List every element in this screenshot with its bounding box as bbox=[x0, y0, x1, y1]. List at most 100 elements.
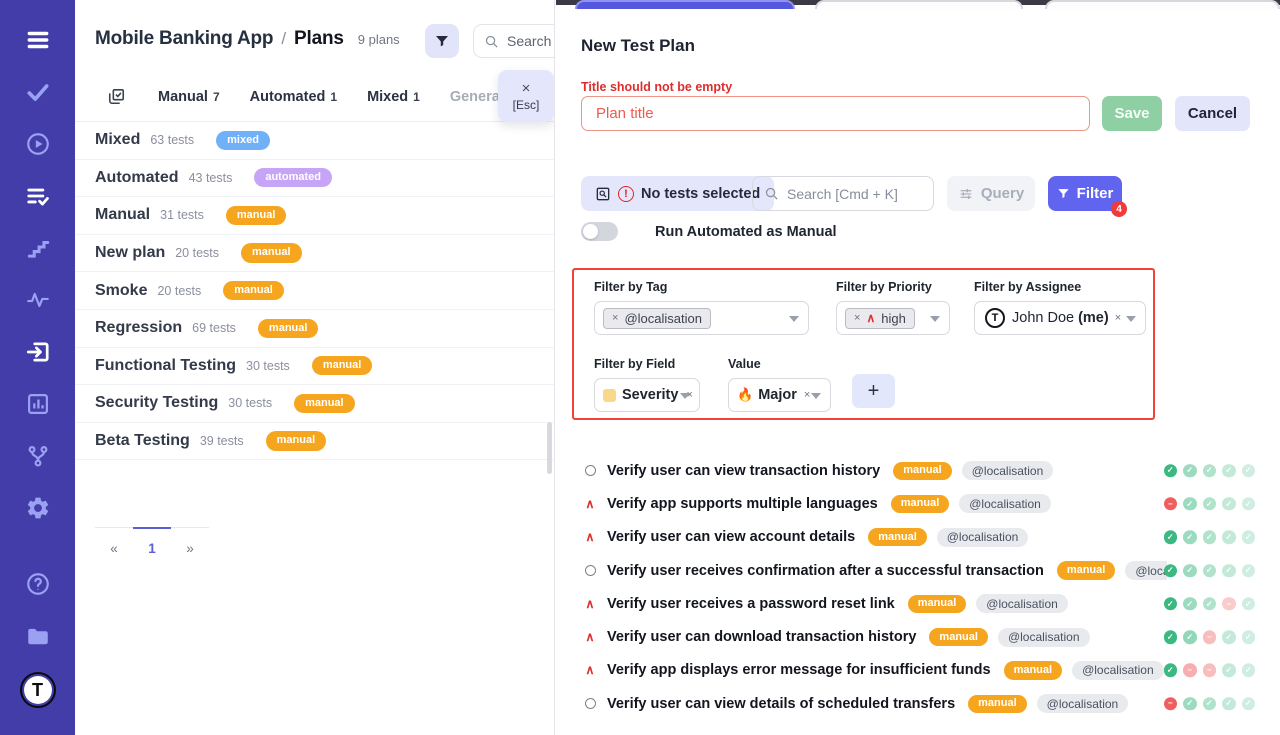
toggle-row: Run Automated as Manual bbox=[581, 222, 837, 241]
test-state-icon[interactable] bbox=[583, 531, 597, 544]
menu-icon[interactable] bbox=[24, 26, 52, 54]
assignee-name: John Doe bbox=[1012, 310, 1074, 326]
status-check-dot: ✓ bbox=[1183, 630, 1197, 644]
hidden-tab-active[interactable] bbox=[575, 0, 795, 9]
test-state-icon[interactable] bbox=[583, 664, 597, 677]
help-icon[interactable] bbox=[24, 570, 52, 598]
save-button[interactable]: Save bbox=[1102, 96, 1162, 131]
test-row[interactable]: Verify user can view details of schedule… bbox=[556, 687, 1280, 720]
test-row[interactable]: Verify app displays error message for in… bbox=[556, 654, 1280, 687]
status-minus-dot: − bbox=[1164, 697, 1178, 711]
plan-row[interactable]: Beta Testing 39 tests manual bbox=[75, 423, 554, 461]
test-state-icon[interactable] bbox=[583, 465, 597, 476]
hidden-tab-3[interactable] bbox=[1045, 0, 1280, 9]
plan-row[interactable]: Functional Testing 30 tests manual bbox=[75, 348, 554, 386]
chevron-down-icon[interactable] bbox=[1126, 316, 1136, 322]
escape-popup[interactable]: × [Esc] bbox=[498, 70, 554, 122]
plan-name: Manual bbox=[95, 206, 150, 224]
plans-filter-button[interactable] bbox=[425, 24, 459, 58]
plan-row[interactable]: New plan 20 tests manual bbox=[75, 235, 554, 273]
priority-select[interactable]: × ∧ high bbox=[836, 301, 950, 335]
steps-icon[interactable] bbox=[24, 234, 52, 262]
plans-search[interactable] bbox=[473, 24, 555, 58]
scrollbar-thumb[interactable] bbox=[547, 422, 552, 474]
test-row[interactable]: Verify user receives a password reset li… bbox=[556, 587, 1280, 620]
search-icon bbox=[484, 34, 499, 49]
project-title[interactable]: Mobile Banking App bbox=[95, 28, 273, 50]
plan-row[interactable]: Security Testing 30 tests manual bbox=[75, 385, 554, 423]
value-select[interactable]: 🔥 Major × bbox=[728, 378, 831, 412]
app-logo[interactable]: T bbox=[20, 672, 56, 708]
check-icon[interactable] bbox=[24, 78, 52, 106]
plan-title-input[interactable] bbox=[581, 96, 1090, 131]
status-check-dot: ✓ bbox=[1242, 530, 1256, 544]
assignee-select[interactable]: T John Doe (me) × bbox=[974, 301, 1146, 335]
remove-assignee-icon[interactable]: × bbox=[1115, 312, 1121, 324]
select-all-icon[interactable] bbox=[107, 87, 126, 106]
remove-tag-icon[interactable]: × bbox=[612, 313, 618, 324]
test-state-icon[interactable] bbox=[583, 698, 597, 709]
status-check-dot: ✓ bbox=[1222, 697, 1236, 711]
status-check-dot: ✓ bbox=[1164, 530, 1178, 544]
status-check-dot: ✓ bbox=[1183, 697, 1197, 711]
remove-priority-icon[interactable]: × bbox=[854, 313, 860, 324]
chevron-down-icon[interactable] bbox=[789, 316, 799, 322]
run-automated-toggle[interactable] bbox=[581, 222, 618, 241]
tests-search[interactable] bbox=[752, 176, 934, 211]
plan-row[interactable]: Manual 31 tests manual bbox=[75, 197, 554, 235]
chevron-down-icon[interactable] bbox=[680, 393, 690, 399]
test-row[interactable]: Verify user can download transaction his… bbox=[556, 620, 1280, 653]
test-state-icon[interactable] bbox=[583, 565, 597, 576]
test-row[interactable]: Verify user can view account details man… bbox=[556, 521, 1280, 554]
field-select[interactable]: Severity × bbox=[594, 378, 700, 412]
pagination-page-1[interactable]: 1 bbox=[133, 527, 171, 567]
status-dots: −✓✓✓✓ bbox=[1164, 497, 1256, 511]
chevron-down-icon[interactable] bbox=[930, 316, 940, 322]
plans-tab[interactable]: Manual 7 bbox=[158, 89, 220, 105]
close-icon[interactable]: × bbox=[522, 81, 531, 96]
tag-select[interactable]: × @localisation bbox=[594, 301, 809, 335]
chevron-down-icon[interactable] bbox=[811, 393, 821, 399]
plan-row[interactable]: Automated 43 tests automated bbox=[75, 160, 554, 198]
escape-key-label: [Esc] bbox=[513, 98, 540, 112]
status-dots: ✓✓✓✓✓ bbox=[1164, 464, 1256, 478]
plan-row[interactable]: Smoke 20 tests manual bbox=[75, 272, 554, 310]
settings-icon[interactable] bbox=[24, 494, 52, 522]
add-filter-button[interactable]: + bbox=[852, 374, 895, 408]
remove-value-icon[interactable]: × bbox=[804, 389, 810, 401]
test-state-icon[interactable] bbox=[583, 498, 597, 511]
test-state-icon[interactable] bbox=[583, 631, 597, 644]
import-icon[interactable] bbox=[24, 338, 52, 366]
plan-row[interactable]: Mixed 63 tests mixed bbox=[75, 122, 554, 160]
projects-folder-icon[interactable] bbox=[24, 622, 52, 650]
funnel-icon bbox=[1057, 187, 1070, 200]
plans-tab[interactable]: Automated 1 bbox=[250, 89, 337, 105]
pulse-icon[interactable] bbox=[24, 286, 52, 314]
no-tests-selected-button[interactable]: ! No tests selected bbox=[581, 176, 774, 211]
play-circle-icon[interactable] bbox=[24, 130, 52, 158]
plan-type-badge: manual bbox=[266, 431, 327, 450]
tests-search-input[interactable] bbox=[787, 186, 922, 202]
cancel-button[interactable]: Cancel bbox=[1175, 96, 1250, 131]
pagination: « 1 » bbox=[95, 527, 209, 567]
status-minus-dot: − bbox=[1164, 497, 1178, 511]
query-button[interactable]: Query bbox=[947, 176, 1035, 211]
filter-button[interactable]: Filter 4 bbox=[1048, 176, 1122, 211]
plan-row[interactable]: Regression 69 tests manual bbox=[75, 310, 554, 348]
status-dots: −✓✓✓✓ bbox=[1164, 697, 1256, 711]
pagination-prev[interactable]: « bbox=[95, 527, 133, 567]
test-row[interactable]: Verify user receives confirmation after … bbox=[556, 554, 1280, 587]
plans-tab[interactable]: Mixed 1 bbox=[367, 89, 420, 105]
analytics-icon[interactable] bbox=[24, 390, 52, 418]
test-state-icon[interactable] bbox=[583, 598, 597, 611]
hidden-tab-2[interactable] bbox=[815, 0, 1023, 9]
pagination-next[interactable]: » bbox=[171, 527, 209, 567]
test-row[interactable]: Verify app supports multiple languages m… bbox=[556, 487, 1280, 520]
plans-search-input[interactable] bbox=[507, 33, 555, 49]
status-minus-dot: − bbox=[1203, 630, 1217, 644]
validation-error: Title should not be empty bbox=[581, 80, 732, 94]
test-row[interactable]: Verify user can view transaction history… bbox=[556, 454, 1280, 487]
plan-name: Smoke bbox=[95, 282, 147, 300]
branch-icon[interactable] bbox=[24, 442, 52, 470]
test-plans-icon[interactable] bbox=[24, 182, 52, 210]
